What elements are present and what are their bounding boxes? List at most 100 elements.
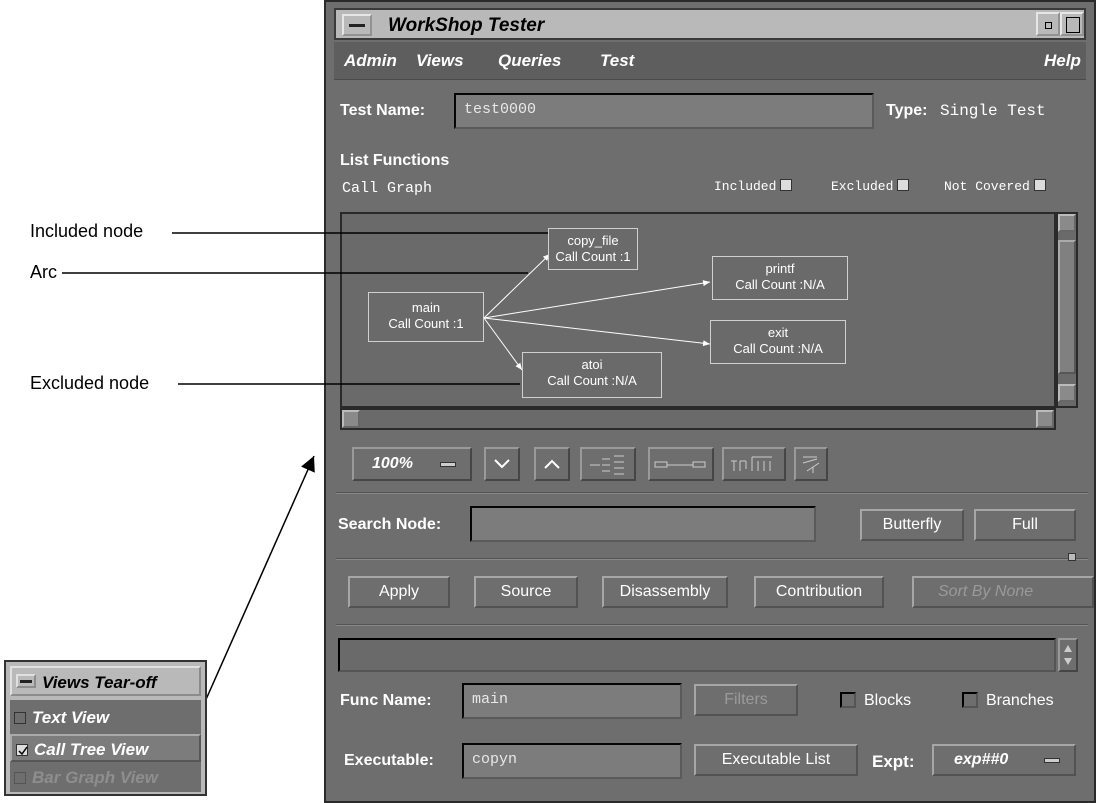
arc-main-atoi [483, 317, 523, 371]
expt-menu[interactable]: exp##0 [932, 744, 1076, 776]
tearoff-header[interactable]: Views Tear-off [10, 666, 201, 696]
zoom-menu[interactable]: 100% [352, 447, 472, 481]
sort-by-value: Sort By None [938, 583, 1034, 600]
menu-admin[interactable]: Admin [344, 51, 397, 71]
func-name-field[interactable]: main [462, 683, 682, 719]
menu-test[interactable]: Test [600, 51, 634, 71]
source-button[interactable]: Source [474, 576, 578, 608]
node-name: exit [767, 325, 789, 340]
disassembly-button[interactable]: Disassembly [602, 576, 728, 608]
maximize-icon[interactable] [1060, 12, 1084, 36]
workshop-tester-window: WorkShop Tester Admin Views Queries Test… [324, 0, 1096, 803]
zoom-out-button[interactable] [484, 447, 520, 481]
executable-list-button[interactable]: Executable List [694, 744, 858, 776]
test-name-label: Test Name: [340, 102, 426, 119]
test-name-field[interactable]: test0000 [454, 93, 874, 129]
tree-layout-icon [590, 455, 624, 475]
zoom-in-button[interactable] [534, 447, 570, 481]
message-spinner[interactable] [1058, 638, 1078, 672]
checkmark-icon [18, 746, 28, 756]
blocks-label: Blocks [864, 692, 912, 709]
blocks-checkbox[interactable]: Blocks [840, 692, 911, 710]
separator [336, 492, 1088, 494]
filters-button[interactable]: Filters [694, 684, 798, 716]
node-name: main [411, 300, 441, 315]
node-printf[interactable]: printf Call Count :N/A [712, 256, 848, 300]
sort-by-menu[interactable]: Sort By None [912, 576, 1094, 608]
call-graph-label: Call Graph [342, 180, 433, 197]
executable-label: Executable: [344, 752, 434, 769]
type-label: Type: [886, 102, 928, 119]
title-bar[interactable]: WorkShop Tester [334, 8, 1086, 40]
menu-item-text-view[interactable]: Text View [10, 704, 201, 732]
apply-button[interactable]: Apply [348, 576, 450, 608]
pane-sash-icon[interactable] [1068, 553, 1076, 561]
vertical-layout-icon [731, 456, 772, 471]
call-graph-canvas[interactable]: copy_file Call Count :1 main Call Count … [340, 212, 1056, 408]
list-functions-label: List Functions [340, 152, 450, 169]
full-button[interactable]: Full [974, 509, 1076, 541]
node-copy-file[interactable]: copy_file Call Count :1 [548, 228, 638, 270]
window-menu-icon[interactable] [16, 674, 36, 688]
contribution-button[interactable]: Contribution [754, 576, 884, 608]
blocks-checkbox-box[interactable] [840, 692, 856, 708]
option-menu-icon [1044, 758, 1060, 763]
zoom-value: 100% [372, 455, 413, 472]
branches-checkbox[interactable]: Branches [962, 692, 1054, 710]
legend-not-covered-label: Not Covered [944, 179, 1030, 194]
node-name: atoi [581, 357, 603, 372]
legend-not-covered: Not Covered [944, 179, 1046, 194]
included-swatch-icon [780, 179, 793, 191]
node-atoi[interactable]: atoi Call Count :N/A [522, 352, 662, 398]
scroll-left-icon[interactable] [342, 410, 360, 428]
menu-help[interactable]: Help [1044, 51, 1081, 71]
excluded-swatch-icon [897, 179, 910, 191]
node-exit[interactable]: exit Call Count :N/A [710, 320, 846, 364]
layout-horizontal-button[interactable] [648, 447, 714, 481]
call-tree-view-label: Call Tree View [34, 740, 149, 759]
legend-included: Included [714, 179, 793, 194]
graph-vertical-scrollbar[interactable] [1056, 212, 1078, 408]
legend-excluded-label: Excluded [831, 179, 894, 194]
butterfly-button[interactable]: Butterfly [860, 509, 964, 541]
node-count: Call Count :N/A [547, 373, 637, 388]
menu-bar: Admin Views Queries Test Help [334, 42, 1086, 80]
message-field[interactable] [338, 638, 1056, 672]
chevron-up-icon [544, 459, 560, 469]
branches-label: Branches [986, 692, 1054, 709]
annotation-included-node: Included node [30, 221, 144, 241]
scroll-right-icon[interactable] [1036, 410, 1054, 428]
annotation-excluded-node: Excluded node [30, 373, 150, 393]
bar-graph-view-label: Bar Graph View [32, 768, 158, 787]
executable-field[interactable]: copyn [462, 743, 682, 779]
node-main[interactable]: main Call Count :1 [368, 292, 484, 342]
rotate-icon [802, 456, 820, 473]
menu-item-call-tree-view[interactable]: Call Tree View [10, 734, 201, 762]
legend-excluded: Excluded [831, 179, 910, 194]
text-view-check-icon [14, 712, 26, 724]
layout-vertical-button[interactable] [722, 447, 786, 481]
search-node-label: Search Node: [338, 516, 442, 533]
rotate-layout-button[interactable] [794, 447, 828, 481]
menu-views[interactable]: Views [416, 51, 464, 71]
menu-item-bar-graph-view[interactable]: Bar Graph View [10, 764, 201, 792]
node-count: Call Count :1 [555, 249, 631, 264]
arc-main-printf [483, 280, 711, 319]
graph-horizontal-scrollbar[interactable] [340, 408, 1056, 430]
scroll-down-icon[interactable] [1058, 384, 1076, 402]
annotation-arc: Arc [30, 262, 57, 282]
views-tearoff-menu: Views Tear-off Text View Call Tree View … [4, 660, 207, 796]
legend-included-label: Included [714, 179, 777, 194]
up-down-arrows-icon [1064, 645, 1072, 665]
window-menu-icon[interactable] [342, 14, 372, 36]
search-node-input[interactable] [470, 506, 816, 542]
scroll-up-icon[interactable] [1058, 214, 1076, 232]
vertical-scroll-thumb[interactable] [1058, 240, 1076, 374]
branches-checkbox-box[interactable] [962, 692, 978, 708]
layout-tree-button[interactable] [580, 447, 636, 481]
arc-main-exit [483, 317, 711, 347]
menu-queries[interactable]: Queries [498, 51, 561, 71]
node-name: printf [765, 261, 795, 276]
horizontal-layout-icon [654, 461, 706, 468]
minimize-icon[interactable] [1036, 12, 1060, 36]
